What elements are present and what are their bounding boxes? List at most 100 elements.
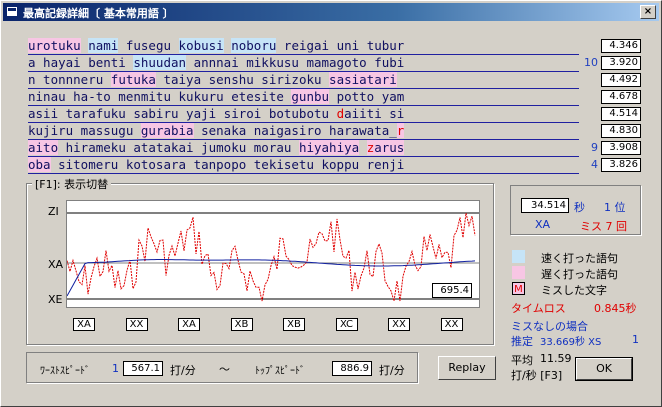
ok-button[interactable]: OK (575, 357, 633, 381)
word-text: n tonnneru (28, 72, 111, 87)
window-title: 最高記録詳細〔 基本常用語 〕 (23, 7, 174, 20)
typed-row: ninau ha-to menmitu kukuru etesite gunbu… (28, 89, 404, 105)
graph-toggle-label: [F1]: 表示切替 (32, 176, 112, 192)
row-number: 10 (584, 56, 598, 69)
typed-row: a hayai benti shuudan annnai mikkusu mam… (28, 55, 404, 71)
typed-row: asii tarafuku sabiru yaji siroi botubotu… (28, 106, 404, 122)
axis-top-label: ZI (48, 205, 59, 218)
slow-word: urotuku (28, 38, 81, 53)
row-underline (28, 173, 579, 174)
estimate-value: 33.669秒 XS (540, 337, 602, 348)
graph-rank-button[interactable]: XB (283, 318, 305, 331)
top-speed-unit: 打/分 (379, 364, 405, 377)
word-text: ninau ha-to menmitu kukuru etesite (28, 89, 292, 104)
row-score-box: 3.908 (601, 141, 641, 155)
average-value: 11.59 (540, 352, 572, 365)
fast-word: shuudan (133, 55, 187, 70)
row-score-box: 4.514 (601, 107, 641, 121)
time-value-box: 34.514 (521, 198, 569, 213)
word-text: annnai mikkusu mamagoto fubi (186, 55, 405, 70)
word-text (359, 140, 367, 155)
word-text: asii tarafuku sabiru yaji siroi botubotu (28, 106, 337, 121)
slow-word: hiyahiya (298, 140, 360, 155)
slow-swatch (512, 266, 525, 279)
row-number: 4 (591, 158, 598, 171)
speed-graph[interactable] (66, 200, 480, 308)
miss-count: ミス 7 回 (580, 220, 627, 233)
graph-rank-button[interactable]: XA (73, 318, 95, 331)
word-speed-line (66, 213, 476, 302)
graph-rank-button[interactable]: XA (178, 318, 200, 331)
rank-text: 1 位 (604, 201, 626, 214)
word-text: fusegu (118, 38, 179, 53)
slow-word: arus (374, 140, 405, 155)
row-number: 9 (591, 141, 598, 154)
slow-word: aito (28, 140, 59, 155)
replay-button[interactable]: Replay (438, 356, 496, 380)
worst-speed-label: ﾜｰｽﾄｽﾋﾟｰﾄﾞ (40, 366, 90, 377)
estimate-rank: 1 (632, 333, 639, 346)
word-text: senaka naigasiro harawata_ (193, 123, 397, 138)
graph-rank-button[interactable]: XX (440, 318, 463, 331)
timeloss-value: 0.845秒 (594, 302, 637, 315)
miss-char: d (336, 106, 345, 121)
word-text: a hayai benti (28, 55, 134, 70)
row-score-box: 4.830 (601, 124, 641, 138)
typed-row: kujiru massugu gurabia senaka naigasiro … (28, 123, 405, 139)
axis-mid-label: XA (48, 258, 64, 271)
rank-label: XA (535, 218, 551, 231)
row-score-box: 4.346 (601, 39, 641, 53)
typed-row: n tonnneru futuka taiya senshu sirizoku … (28, 72, 397, 88)
top-speed-box: 886.9 (332, 361, 372, 376)
slow-word: sasiatari (329, 72, 397, 87)
typed-row: aito hirameku atatakai jumoku morau hiya… (28, 140, 405, 156)
app-icon (6, 6, 18, 17)
fast-legend-label: 速く打った語句 (541, 252, 618, 265)
fast-swatch (512, 250, 525, 263)
estimate-label: 推定 (511, 335, 533, 348)
graph-rank-button[interactable]: XX (125, 318, 148, 331)
top-speed-label: ﾄｯﾌﾟｽﾋﾟｰﾄﾞ (255, 366, 305, 377)
graph-rank-button[interactable]: XC (335, 318, 358, 331)
timeloss-label: タイムロス (511, 302, 566, 315)
graph-rank-button[interactable]: XB (230, 318, 253, 331)
slow-legend-label: 遅く打った語句 (541, 268, 618, 281)
row-score-box: 3.826 (601, 158, 641, 172)
close-button[interactable]: × (640, 5, 656, 19)
fast-word: nami (88, 38, 119, 53)
word-text: kujiru massugu (28, 123, 141, 138)
average-label: 平均 (511, 354, 533, 367)
row-score-box: 4.678 (601, 90, 641, 104)
miss-legend-label: ミスした文字 (541, 284, 607, 297)
slow-word: futuka (110, 72, 156, 87)
range-tilde: 〜 (219, 363, 230, 376)
worst-speed-unit: 打/分 (170, 364, 196, 377)
graph-value-box: 695.4 (432, 283, 472, 298)
graph-rank-button[interactable]: XX (388, 318, 410, 331)
axis-bottom-label: XE (48, 293, 63, 306)
fast-word: kobusi (178, 38, 224, 53)
word-text: potto yam (329, 89, 405, 104)
typed-row: urotuku nami fusegu kobusi noboru reigai… (28, 38, 404, 54)
word-text: taiya senshu sirizoku (155, 72, 330, 87)
typed-row: oba sitomeru kotosara tanpopo tekisetu k… (28, 157, 404, 173)
title-bar: 最高記録詳細〔 基本常用語 〕 × (3, 3, 659, 21)
time-unit: 秒 (574, 201, 585, 214)
slow-word: gunbu (291, 89, 330, 104)
row-score-box: 4.492 (601, 73, 641, 87)
miss-swatch: M (512, 282, 525, 295)
word-text: sitomeru kotosara tanpopo tekisetu koppu… (50, 157, 405, 172)
word-text: hirameku atatakai jumoku morau (58, 140, 299, 155)
worst-speed-index: 1 (112, 362, 119, 375)
miss-char: r (396, 123, 405, 138)
word-text: aiiti si (344, 106, 405, 121)
average-unit: 打/秒 [F3] (511, 369, 563, 382)
speed-graph-svg (66, 212, 479, 302)
row-score-box: 3.920 (601, 56, 641, 70)
nomiss-label: ミスなしの場合 (511, 320, 588, 333)
slow-word: gurabia (140, 123, 194, 138)
fast-word: noboru (231, 38, 277, 53)
word-text: reigai uni tubur (276, 38, 405, 53)
slow-word: oba (28, 157, 51, 172)
worst-speed-box: 567.1 (123, 361, 163, 376)
